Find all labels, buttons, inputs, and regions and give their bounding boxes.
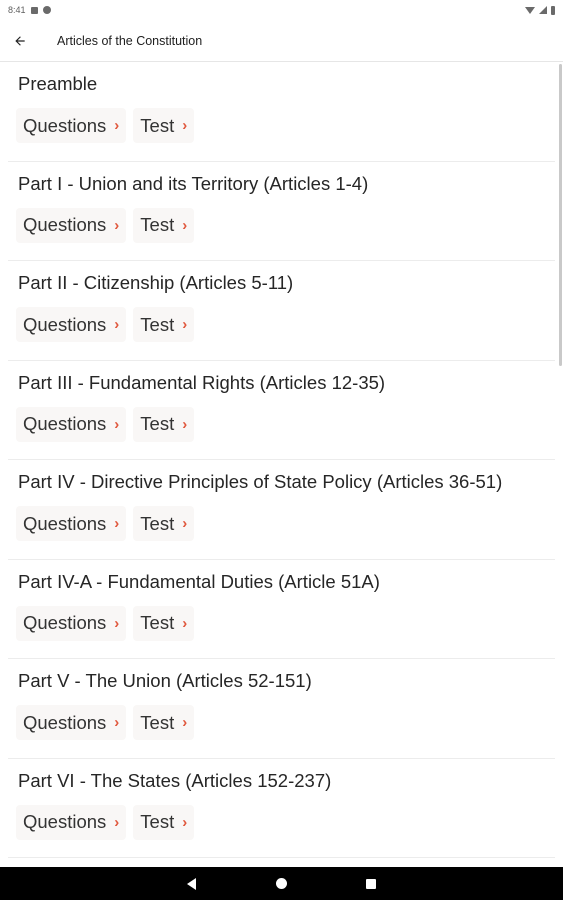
scrollbar[interactable] <box>559 64 562 366</box>
chevron-right-icon: › <box>114 216 120 234</box>
questions-label: Questions <box>23 114 107 136</box>
list-item: Part IV - Directive Principles of State … <box>8 460 555 560</box>
chip-row: Questions › Test › <box>16 406 195 442</box>
questions-label: Questions <box>23 413 107 434</box>
chip-row: Questions › Test › <box>16 307 195 342</box>
chip-row: Questions › Test › <box>16 605 195 641</box>
status-right <box>525 5 555 15</box>
sync-icon <box>42 6 51 14</box>
article-list[interactable]: Preamble Questions › Test › Part I - Uni… <box>0 62 563 867</box>
test-button[interactable]: Test › <box>133 406 195 442</box>
nav-recents-button[interactable] <box>351 867 391 900</box>
chevron-right-icon: › <box>114 714 120 731</box>
test-button[interactable]: Test › <box>133 506 195 541</box>
chevron-right-icon: › <box>182 216 188 234</box>
section-title: Part I - Union and its Territory (Articl… <box>18 172 369 194</box>
system-nav-bar <box>0 867 563 900</box>
sim-icon <box>30 6 38 14</box>
questions-label: Questions <box>23 711 107 733</box>
chevron-right-icon: › <box>114 117 120 134</box>
back-button[interactable] <box>0 20 40 62</box>
status-left: 8:41 <box>8 5 51 15</box>
battery-icon <box>551 5 555 15</box>
test-button[interactable]: Test › <box>133 705 195 740</box>
list-item: Preamble Questions › Test › <box>8 62 555 162</box>
list-item: Part I - Union and its Territory (Articl… <box>8 162 555 261</box>
test-label: Test <box>140 512 175 534</box>
chevron-right-icon: › <box>114 515 120 532</box>
chevron-right-icon: › <box>182 813 188 831</box>
section-title: Part III - Fundamental Rights (Articles … <box>18 371 386 393</box>
questions-label: Questions <box>23 612 107 633</box>
questions-button[interactable]: Questions › <box>16 705 127 740</box>
chevron-right-icon: › <box>182 714 188 731</box>
questions-button[interactable]: Questions › <box>16 108 127 143</box>
questions-button[interactable]: Questions › <box>16 406 127 442</box>
chevron-right-icon: › <box>114 813 120 831</box>
chevron-right-icon: › <box>182 415 188 433</box>
list-item: Part III - Fundamental Rights (Articles … <box>8 361 555 460</box>
questions-label: Questions <box>23 214 107 235</box>
test-label: Test <box>140 214 175 235</box>
test-button[interactable]: Test › <box>133 207 195 243</box>
section-title: Preamble <box>18 73 98 94</box>
section-title: Part V - The Union (Articles 52-151) <box>18 670 312 691</box>
screen: 8:41 Articles of the Constitution Preamb… <box>0 0 563 900</box>
chevron-right-icon: › <box>182 117 188 134</box>
questions-button[interactable]: Questions › <box>16 804 127 840</box>
status-time: 8:41 <box>8 5 26 15</box>
questions-label: Questions <box>23 811 107 832</box>
test-button[interactable]: Test › <box>133 307 195 342</box>
chevron-right-icon: › <box>182 316 188 333</box>
chip-row: Questions › Test › <box>16 108 195 143</box>
test-button[interactable]: Test › <box>133 108 195 143</box>
test-label: Test <box>140 811 175 832</box>
chevron-right-icon: › <box>114 415 120 433</box>
app-bar: Articles of the Constitution <box>0 20 563 62</box>
arrow-back-icon <box>15 35 25 46</box>
signal-icon <box>539 6 547 14</box>
section-title: Part IV-A - Fundamental Duties (Article … <box>18 570 380 592</box>
test-button[interactable]: Test › <box>133 605 195 641</box>
chip-row: Questions › Test › <box>16 705 195 740</box>
chevron-right-icon: › <box>114 316 120 333</box>
test-label: Test <box>140 711 175 733</box>
questions-label: Questions <box>23 313 107 335</box>
section-title: Part II - Citizenship (Articles 5-11) <box>18 272 294 293</box>
chevron-right-icon: › <box>182 614 188 632</box>
questions-button[interactable]: Questions › <box>16 307 127 342</box>
list-item: Part IV-A - Fundamental Duties (Article … <box>8 560 555 659</box>
questions-label: Questions <box>23 512 107 534</box>
test-button[interactable]: Test › <box>133 804 195 840</box>
list-item: Part VI - The States (Articles 152-237) … <box>8 759 555 858</box>
wifi-icon <box>525 6 535 14</box>
questions-button[interactable]: Questions › <box>16 506 127 541</box>
nav-back-button[interactable] <box>171 867 211 900</box>
page-title: Articles of the Constitution <box>57 33 203 48</box>
list-item: Part II - Citizenship (Articles 5-11) Qu… <box>8 261 555 361</box>
chevron-right-icon: › <box>114 614 120 632</box>
chip-row: Questions › Test › <box>16 506 195 541</box>
test-label: Test <box>140 313 175 335</box>
nav-home-icon <box>275 878 287 889</box>
chip-row: Questions › Test › <box>16 207 195 243</box>
section-title: Part IV - Directive Principles of State … <box>18 471 503 492</box>
chevron-right-icon: › <box>182 515 188 532</box>
list-item: Part V - The Union (Articles 52-151) Que… <box>8 659 555 759</box>
nav-home-button[interactable] <box>261 867 301 900</box>
test-label: Test <box>140 612 175 633</box>
nav-recents-icon <box>366 878 376 889</box>
nav-back-icon <box>186 877 196 890</box>
test-label: Test <box>140 413 175 434</box>
questions-button[interactable]: Questions › <box>16 207 127 243</box>
chip-row: Questions › Test › <box>16 804 195 840</box>
section-title: Part VI - The States (Articles 152-237) <box>18 769 332 791</box>
questions-button[interactable]: Questions › <box>16 605 127 641</box>
test-label: Test <box>140 114 175 136</box>
status-bar: 8:41 <box>0 0 563 20</box>
